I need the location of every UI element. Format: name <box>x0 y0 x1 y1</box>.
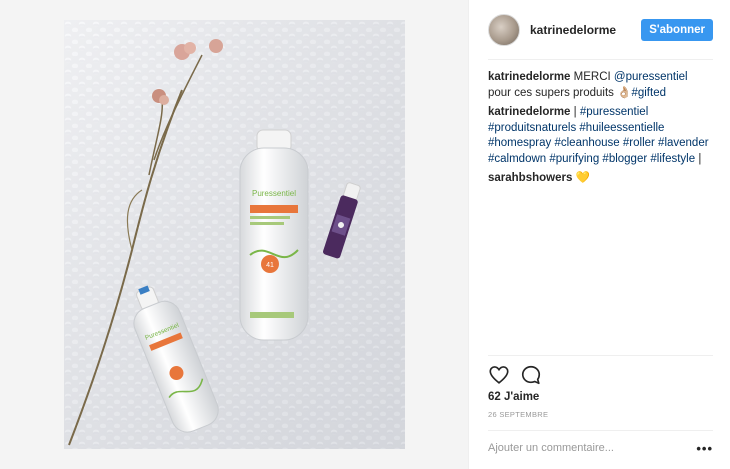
yellow-heart-emoji: 💛 <box>575 172 590 184</box>
comment-hashtag-brand[interactable]: #puressentiel <box>580 106 648 118</box>
comment-separator: | <box>570 106 580 118</box>
speech-bubble-icon <box>521 365 541 385</box>
post-header: katrinedelorme S'abonner <box>488 12 713 48</box>
spray-bottle-icon: Puressentiel 41 <box>239 129 309 341</box>
avatar[interactable] <box>488 14 520 46</box>
header-username[interactable]: katrinedelorme <box>530 23 641 37</box>
caption-hashtag[interactable]: #gifted <box>631 87 666 99</box>
caption-username[interactable]: katrinedelorme <box>488 71 570 83</box>
comment-button[interactable] <box>520 364 542 386</box>
like-button[interactable] <box>488 364 510 386</box>
add-comment-bar: ••• <box>488 438 713 458</box>
ok-hand-emoji: 👌🏼 <box>617 86 632 99</box>
post-details-panel: katrinedelorme S'abonner katrinedelorme … <box>468 0 730 469</box>
photo-brand-label: Puressentiel <box>252 189 296 198</box>
likes-count[interactable]: 62 J'aime <box>488 391 539 403</box>
comments-list: katrinedelorme MERCI @puressentiel pour … <box>488 70 713 191</box>
comment-item: katrinedelorme | #puressentiel #produits… <box>488 105 713 167</box>
comment-username[interactable]: sarahbshowers <box>488 172 572 184</box>
actions-divider <box>488 355 713 356</box>
caption: katrinedelorme MERCI @puressentiel pour … <box>488 70 713 101</box>
caption-mention[interactable]: @puressentiel <box>614 71 688 83</box>
follow-button[interactable]: S'abonner <box>641 19 713 41</box>
caption-text-1: MERCI <box>570 71 614 83</box>
post-date[interactable]: 26 SEPTEMBRE <box>488 410 548 419</box>
post-media-area: Puressentiel 41 Puressentiel <box>0 0 468 469</box>
comment-item: sarahbshowers 💛 <box>488 171 713 187</box>
header-divider <box>488 59 713 60</box>
caption-text-2: pour ces supers produits <box>488 86 618 99</box>
comment-username[interactable]: katrinedelorme <box>488 106 570 118</box>
more-options-button[interactable]: ••• <box>696 441 713 456</box>
post-actions <box>488 364 542 386</box>
post-photo[interactable]: Puressentiel 41 Puressentiel <box>64 20 405 449</box>
photo-illustration: Puressentiel 41 Puressentiel <box>64 20 405 449</box>
comment-input[interactable] <box>488 442 697 454</box>
comment-trail: | <box>695 152 702 165</box>
comment-divider <box>488 430 713 431</box>
svg-text:41: 41 <box>266 262 274 269</box>
heart-icon <box>489 366 509 384</box>
comment-hashtags[interactable]: #produitsnaturels #huileessentielle #hom… <box>488 122 709 165</box>
